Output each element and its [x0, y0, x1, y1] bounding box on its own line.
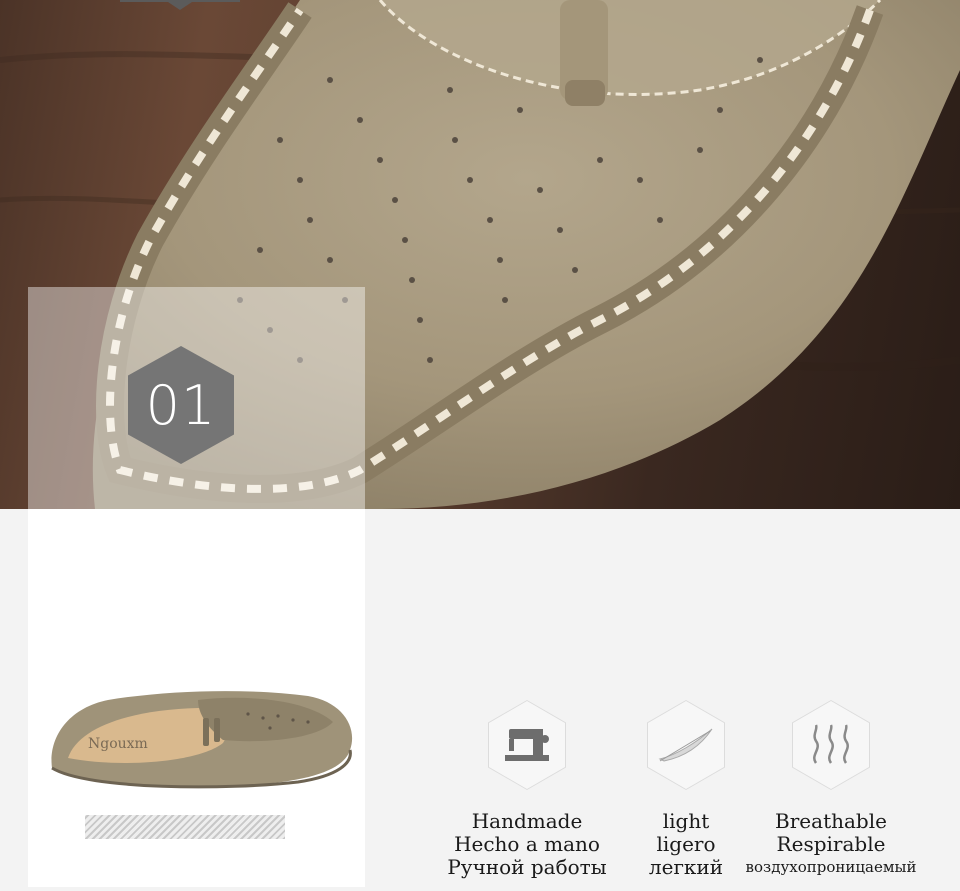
feature-label-es: Respirable — [776, 832, 886, 856]
feature-label-es: Hecho a mano — [454, 832, 600, 856]
feature-breathable: Breathable Respirable воздухопроницаемый — [741, 700, 921, 879]
feature-icon-frame — [488, 700, 566, 790]
decorative-hatch-bar — [85, 815, 285, 839]
section-number: 01 — [145, 373, 217, 437]
feature-label-en: Handmade — [471, 809, 583, 833]
feature-label-ru: Ручной работы — [447, 855, 607, 879]
product-thumbnail: Ngouxm — [48, 678, 358, 790]
loafer-image: Ngouxm — [51, 691, 353, 789]
insole-brand-text: Ngouxm — [88, 736, 148, 752]
feature-icon-frame — [792, 700, 870, 790]
feature-label-en: Breathable — [775, 809, 887, 833]
sewing-machine-icon — [505, 729, 549, 761]
feature-handmade: Handmade Hecho a mano Ручной работы — [437, 700, 617, 879]
feature-icon-frame — [647, 700, 725, 790]
breathable-waves-icon — [813, 724, 849, 764]
feather-icon — [658, 728, 713, 762]
feature-label-ru: воздухопроницаемый — [745, 858, 917, 876]
